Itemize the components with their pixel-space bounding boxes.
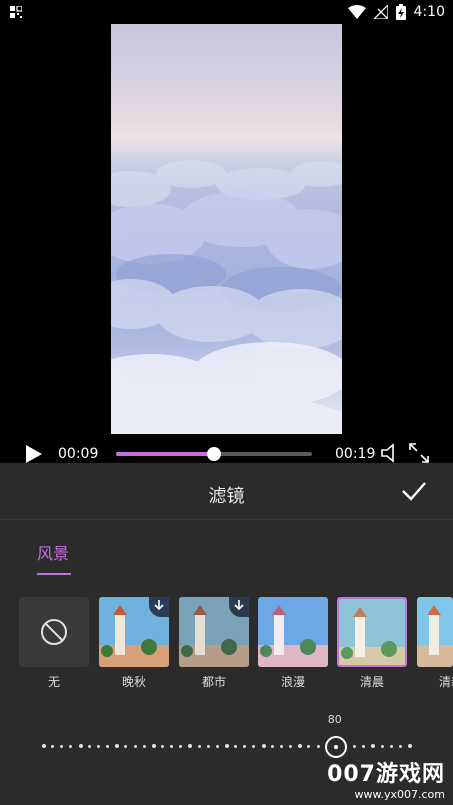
slider-tick bbox=[42, 744, 46, 748]
tab-underline bbox=[37, 573, 71, 575]
panel-title: 滤镜 bbox=[208, 486, 245, 507]
progress-bar[interactable] bbox=[116, 447, 312, 461]
slider-tick bbox=[353, 745, 357, 748]
slider-tick bbox=[87, 745, 91, 748]
download-icon bbox=[234, 600, 244, 611]
filter-label-none: 无 bbox=[47, 675, 60, 689]
no-filter-icon bbox=[41, 619, 67, 645]
watermark-title: 007游戏网 bbox=[327, 762, 445, 787]
slider-tick bbox=[408, 744, 412, 748]
fullscreen-icon[interactable] bbox=[408, 442, 430, 464]
slider-tick bbox=[289, 745, 293, 748]
slider-tick bbox=[225, 744, 229, 748]
filter-label-fresh: 清新 bbox=[439, 675, 453, 689]
slider-tick bbox=[197, 745, 201, 748]
slider-tick bbox=[142, 745, 146, 748]
slider-tick bbox=[206, 745, 210, 748]
slider-tick bbox=[389, 745, 393, 748]
filter-label-city: 都市 bbox=[201, 675, 226, 689]
tab-scenery[interactable]: 风景 bbox=[37, 540, 69, 564]
filter-morning[interactable] bbox=[337, 597, 407, 667]
filter-romantic[interactable] bbox=[258, 597, 328, 667]
slider-tick bbox=[380, 745, 384, 748]
slider-tick bbox=[133, 745, 137, 748]
slider-tick bbox=[398, 745, 402, 748]
slider-tick bbox=[78, 744, 83, 748]
filter-panel: 滤镜 风景 无 晚秋 都市 浪漫 清晨 清 80 007游戏网 www.yx00… bbox=[0, 463, 453, 805]
slider-tick bbox=[188, 744, 193, 748]
status-bar: 4:10 bbox=[0, 0, 453, 24]
panel-header: 滤镜 bbox=[0, 463, 453, 520]
slider-tick bbox=[316, 745, 320, 748]
filter-label-late-autumn: 晚秋 bbox=[121, 675, 146, 689]
filter-city[interactable] bbox=[179, 597, 249, 667]
filter-thumbnail bbox=[258, 597, 328, 667]
watermark-url: www.yx007.com bbox=[354, 788, 445, 801]
slider-tick bbox=[270, 745, 274, 748]
slider-tick bbox=[115, 744, 120, 748]
slider-tick bbox=[298, 744, 303, 748]
slider-tick bbox=[307, 745, 311, 748]
slider-tick bbox=[69, 745, 73, 748]
slider-tick bbox=[179, 745, 183, 748]
slider-tick bbox=[106, 745, 110, 748]
video-frame bbox=[111, 24, 342, 434]
slider-tick bbox=[51, 745, 55, 748]
volume-icon[interactable] bbox=[379, 442, 401, 464]
filter-late-autumn[interactable] bbox=[99, 597, 169, 667]
slider-tick bbox=[371, 744, 376, 748]
slider-tick bbox=[243, 745, 247, 748]
progress-thumb[interactable] bbox=[207, 447, 221, 461]
status-time: 4:10 bbox=[413, 4, 445, 20]
slider-tick bbox=[234, 745, 238, 748]
confirm-check-icon[interactable] bbox=[400, 479, 428, 503]
slider-tick bbox=[215, 745, 219, 748]
slider-tick bbox=[261, 744, 266, 748]
filter-label-morning: 清晨 bbox=[359, 675, 384, 689]
no-signal-icon bbox=[373, 5, 388, 19]
filter-thumbnail bbox=[417, 597, 453, 667]
slider-tick bbox=[160, 745, 164, 748]
battery-charging-icon bbox=[395, 4, 406, 20]
filter-thumbnail bbox=[339, 599, 405, 665]
cloud-scene bbox=[111, 160, 342, 434]
slider-tick bbox=[279, 745, 283, 748]
wifi-icon bbox=[347, 5, 366, 19]
slider-tick bbox=[124, 745, 128, 748]
notification-icon bbox=[10, 6, 22, 18]
intensity-slider[interactable] bbox=[42, 736, 412, 758]
slider-tick bbox=[170, 745, 174, 748]
slider-tick bbox=[151, 744, 156, 748]
play-icon[interactable] bbox=[22, 443, 44, 465]
slider-tick bbox=[362, 745, 366, 748]
total-time: 00:19 bbox=[335, 446, 376, 462]
current-time: 00:09 bbox=[58, 446, 99, 462]
video-preview[interactable] bbox=[0, 24, 453, 434]
filter-label-romantic: 浪漫 bbox=[280, 675, 305, 689]
filter-none[interactable] bbox=[19, 597, 89, 667]
slider-thumb[interactable] bbox=[324, 736, 347, 758]
slider-tick bbox=[96, 745, 100, 748]
filter-fresh[interactable] bbox=[417, 597, 453, 667]
progress-fill bbox=[116, 452, 214, 456]
download-icon bbox=[154, 600, 164, 611]
slider-tick bbox=[252, 745, 256, 748]
watermark: 007游戏网 www.yx007.com bbox=[327, 756, 445, 801]
intensity-value: 80 bbox=[327, 713, 342, 726]
slider-tick bbox=[60, 745, 64, 748]
